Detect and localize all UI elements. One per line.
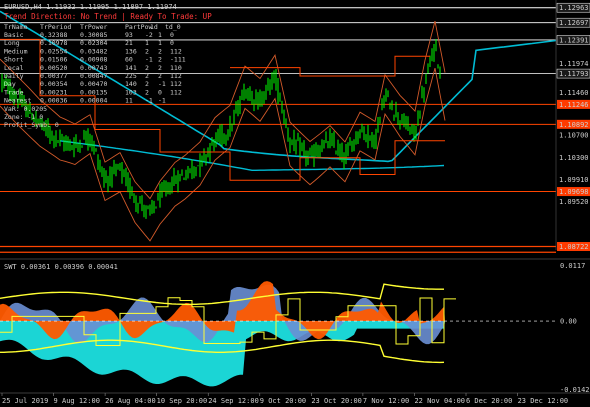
step-channel-low <box>0 38 445 181</box>
price-axis-label: 1.09520 <box>559 198 589 206</box>
time-axis-label: 9 Oct 20:00 <box>260 397 306 405</box>
time-axis-label: 23 Oct 20:00 <box>311 397 362 405</box>
price-axis-label: 1.11974 <box>559 60 589 68</box>
osc-axis-label: 0.00 <box>560 318 577 326</box>
price-axis-label: 1.11460 <box>559 89 589 97</box>
price-axis-label: 1.10300 <box>559 154 589 162</box>
step-channel-high <box>230 55 430 77</box>
upper-envelope <box>0 20 446 200</box>
osc-upper-band <box>0 283 444 306</box>
time-axis-label: 6 Dec 20:00 <box>466 397 512 405</box>
price-axis-label: 1.08722 <box>559 243 589 251</box>
time-axis-label: 23 Dec 12:00 <box>518 397 569 405</box>
price-axis-label: 1.11793 <box>559 70 589 78</box>
price-axis-label: 1.09698 <box>559 188 589 196</box>
price-axis-label: 1.10892 <box>559 121 589 129</box>
osc-label: SWT 0.00361 0.00396 0.00041 <box>4 263 118 271</box>
chart-canvas: 1.12963 1.12697 1.12391 1.11974 1.11793 1.114… <box>0 0 590 405</box>
time-axis-label: 10 Sep 20:00 <box>157 397 208 405</box>
time-axis-label: 7 Nov 12:00 <box>363 397 409 405</box>
price-axis-label: 1.12391 <box>559 36 589 44</box>
price-axis-label: 1.10700 <box>559 132 589 140</box>
lower-envelope <box>0 67 446 242</box>
time-axis-label: 25 Jul 2019 <box>2 397 48 405</box>
price-axis-label: 1.11246 <box>559 101 589 109</box>
time-axis-label: 22 Nov 04:00 <box>414 397 465 405</box>
osc-axis-label: -0.01427 <box>560 386 590 394</box>
price-axis-label: 1.12963 <box>559 4 589 12</box>
chart-window: 1.12963 1.12697 1.12391 1.11974 1.11793 1.114… <box>0 0 590 407</box>
price-axis-label: 1.09910 <box>559 176 589 184</box>
time-axis-label: 9 Aug 12:00 <box>54 397 100 405</box>
price-axis-label: 1.12697 <box>559 19 589 27</box>
time-axis-label: 24 Sep 12:00 <box>208 397 259 405</box>
time-axis-label: 26 Aug 04:00 <box>105 397 156 405</box>
osc-axis-label: 0.0117 <box>560 262 585 270</box>
